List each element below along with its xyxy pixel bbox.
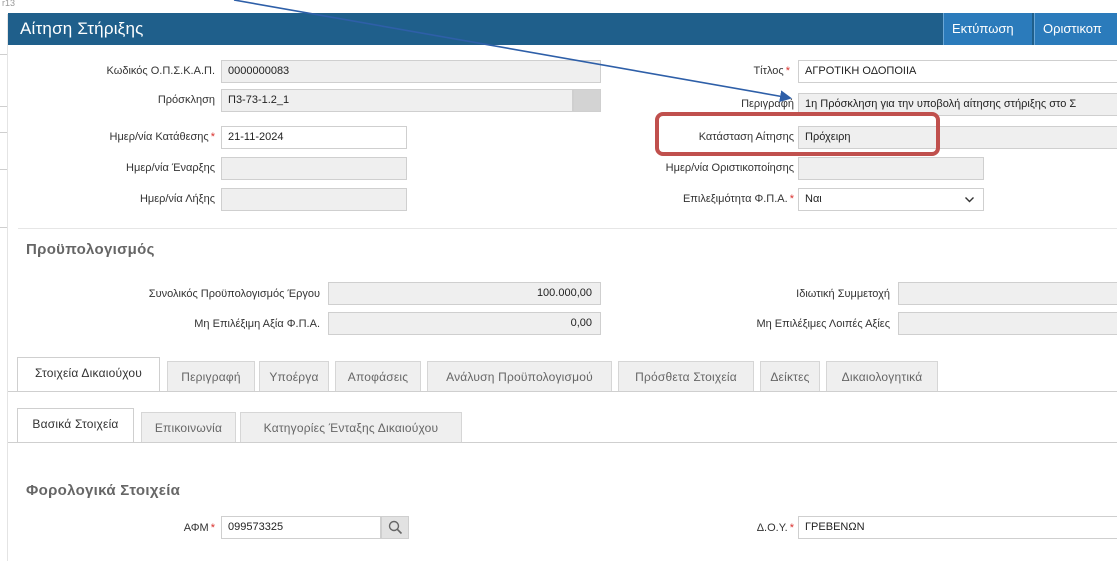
subtab-basic-data[interactable]: Βασικά Στοιχεία	[17, 408, 134, 442]
annotation-arrow	[233, 0, 792, 103]
tab-beneficiary-data[interactable]: Στοιχεία Δικαιούχου	[17, 357, 160, 391]
